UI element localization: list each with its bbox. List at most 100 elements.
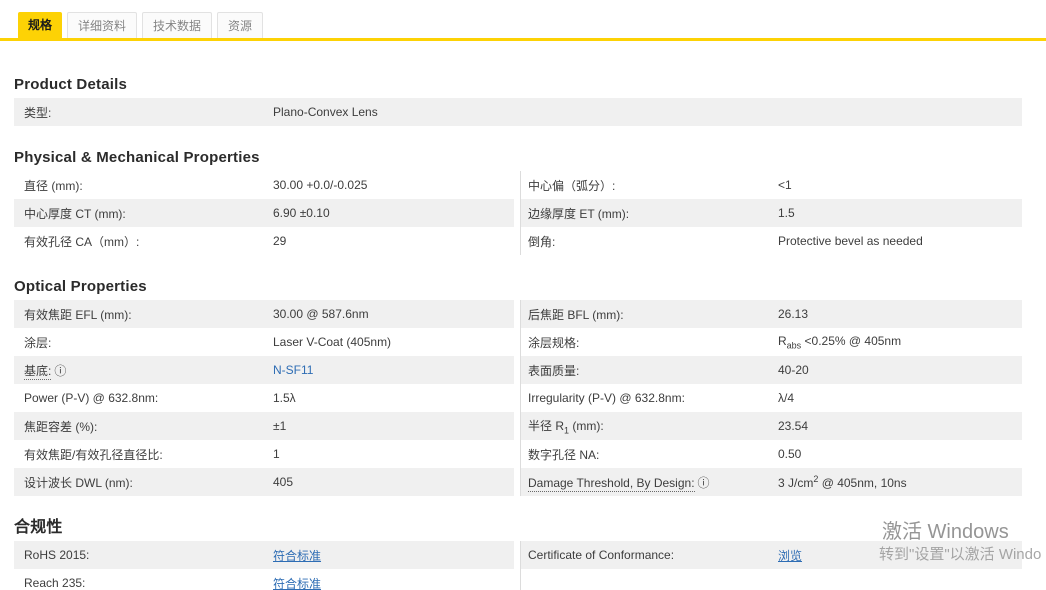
table-row: 倒角: Protective bevel as needed [521, 227, 1022, 255]
table-row: 中心厚度 CT (mm): 6.90 ±0.10 [14, 199, 514, 227]
spec-value: Protective bevel as needed [778, 234, 923, 248]
spec-label: 倒角: [528, 234, 556, 249]
spec-label: 焦距容差 (%): [24, 419, 98, 434]
spec-label: 涂层规格: [528, 335, 580, 350]
spec-label: Power (P-V) @ 632.8nm: [24, 391, 159, 405]
table-row: 后焦距 BFL (mm): 26.13 [521, 300, 1022, 328]
spec-label-radius: 半径 R1 (mm): [528, 418, 604, 436]
spec-value: 1 [273, 447, 280, 461]
spec-label: Irregularity (P-V) @ 632.8nm: [528, 391, 685, 405]
spec-value: 浏览 [778, 547, 1022, 564]
spec-value: 30.00 @ 587.6nm [273, 307, 369, 321]
coc-browse-link[interactable]: 浏览 [778, 549, 802, 563]
spec-value: Plano-Convex Lens [273, 105, 378, 119]
spec-value: N-SF11 [273, 363, 514, 377]
spec-value: 0.50 [778, 447, 802, 461]
compliance-left-column: RoHS 2015: 符合标准 Reach 235: 符合标准 [14, 541, 520, 590]
spec-label: Reach 235: [24, 576, 86, 590]
table-row: Damage Threshold, By Design: ⓘ 3 J/cm2 @ … [521, 468, 1022, 496]
table-row: 基底: ⓘ N-SF11 [14, 356, 514, 384]
spec-label: 有效焦距 EFL (mm): [24, 307, 132, 322]
info-icon[interactable]: ⓘ [698, 476, 710, 490]
spec-label: 后焦距 BFL (mm): [528, 307, 624, 322]
table-row: 半径 R1 (mm): 23.54 [521, 412, 1022, 440]
compliance-right-column: Certificate of Conformance: 浏览 [520, 541, 1022, 590]
table-row: 表面质量: 40-20 [521, 356, 1022, 384]
spec-label-substrate: 基底: ⓘ [24, 363, 67, 380]
spec-value: λ/4 [778, 391, 795, 405]
tab-resources[interactable]: 资源 [217, 12, 264, 38]
spec-value: ±1 [273, 419, 287, 433]
tab-bar: 规格 详细资料 技术数据 资源 [0, 0, 1046, 38]
spec-value: 6.90 ±0.10 [273, 206, 330, 220]
table-row: Reach 235: 符合标准 [14, 569, 514, 590]
spec-value: 30.00 +0.0/-0.025 [273, 178, 368, 192]
spec-label: 直径 (mm): [24, 178, 83, 193]
optical-right-column: 后焦距 BFL (mm): 26.13 涂层规格: Rabs <0.25% @ … [520, 300, 1022, 496]
table-row: Certificate of Conformance: 浏览 [521, 541, 1022, 569]
spec-label: 有效孔径 CA（mm）: [24, 234, 140, 249]
table-row: 涂层规格: Rabs <0.25% @ 405nm [521, 328, 1022, 356]
substrate-link[interactable]: N-SF11 [273, 363, 313, 377]
table-row: 中心偏（弧分）: <1 [521, 171, 1022, 199]
table-row: 类型: Plano-Convex Lens [14, 98, 1022, 126]
table-row: RoHS 2015: 符合标准 [14, 541, 514, 569]
reach-compliant-link[interactable]: 符合标准 [273, 577, 321, 590]
table-row: 设计波长 DWL (nm): 405 [14, 468, 514, 496]
spec-label: Certificate of Conformance: [528, 548, 675, 562]
tab-technical-data[interactable]: 技术数据 [142, 12, 213, 38]
section-heading-physical: Physical & Mechanical Properties [14, 149, 260, 166]
physical-table: 直径 (mm): 30.00 +0.0/-0.025 中心厚度 CT (mm):… [14, 171, 1022, 255]
info-icon[interactable]: ⓘ [54, 364, 66, 378]
spec-value: 23.54 [778, 419, 809, 433]
table-row: 直径 (mm): 30.00 +0.0/-0.025 [14, 171, 514, 199]
spec-label-damage-threshold: Damage Threshold, By Design: ⓘ [528, 475, 710, 492]
table-row: 数字孔径 NA: 0.50 [521, 440, 1022, 468]
compliance-table: RoHS 2015: 符合标准 Reach 235: 符合标准 Certific… [14, 541, 1022, 590]
spec-value: 29 [273, 234, 287, 248]
spec-value: 40-20 [778, 363, 809, 377]
spec-value-damage-threshold: 3 J/cm2 @ 405nm, 10ns [778, 474, 907, 490]
spec-value: 405 [273, 475, 294, 489]
spec-label: 类型: [24, 105, 52, 120]
product-spec-page: 规格 详细资料 技术数据 资源 Product Details 类型: Plan… [0, 0, 1046, 590]
spec-label: 设计波长 DWL (nm): [24, 475, 133, 490]
spec-label: 有效焦距/有效孔径直径比: [24, 447, 163, 462]
spec-value: Laser V-Coat (405nm) [273, 335, 392, 349]
spec-value: 符合标准 [273, 575, 514, 590]
table-row: 有效孔径 CA（mm）: 29 [14, 227, 514, 255]
spec-label: 边缘厚度 ET (mm): [528, 206, 630, 221]
table-row: 焦距容差 (%): ±1 [14, 412, 514, 440]
rohs-compliant-link[interactable]: 符合标准 [273, 549, 321, 563]
table-row: 涂层: Laser V-Coat (405nm) [14, 328, 514, 356]
spec-label: 中心偏（弧分）: [528, 178, 616, 193]
spec-label: 中心厚度 CT (mm): [24, 206, 126, 221]
spec-value: 符合标准 [273, 547, 514, 564]
section-heading-product-details: Product Details [14, 76, 128, 93]
section-heading-compliance: 合规性 [14, 519, 63, 536]
table-row [521, 569, 1022, 590]
product-details-table: 类型: Plano-Convex Lens [14, 98, 1022, 126]
spec-label: RoHS 2015: [24, 548, 90, 562]
spec-content: Product Details 类型: Plano-Convex Lens Ph… [0, 41, 1046, 590]
section-heading-optical: Optical Properties [14, 278, 147, 295]
spec-value: 26.13 [778, 307, 809, 321]
spec-value-coating: Rabs <0.25% @ 405nm [778, 333, 902, 351]
tab-details[interactable]: 详细资料 [67, 12, 138, 38]
optical-table: 有效焦距 EFL (mm): 30.00 @ 587.6nm 涂层: Laser… [14, 300, 1022, 496]
spec-value: 1.5 [778, 206, 795, 220]
optical-left-column: 有效焦距 EFL (mm): 30.00 @ 587.6nm 涂层: Laser… [14, 300, 520, 496]
physical-left-column: 直径 (mm): 30.00 +0.0/-0.025 中心厚度 CT (mm):… [14, 171, 520, 255]
physical-right-column: 中心偏（弧分）: <1 边缘厚度 ET (mm): 1.5 倒角: Protec… [520, 171, 1022, 255]
spec-label: 表面质量: [528, 363, 580, 378]
spec-value: <1 [778, 178, 792, 192]
tab-specifications[interactable]: 规格 [18, 12, 63, 38]
table-row: 边缘厚度 ET (mm): 1.5 [521, 199, 1022, 227]
table-row: Power (P-V) @ 632.8nm: 1.5λ [14, 384, 514, 412]
spec-label: 数字孔径 NA: [528, 447, 600, 462]
table-row: 有效焦距/有效孔径直径比: 1 [14, 440, 514, 468]
table-row: 有效焦距 EFL (mm): 30.00 @ 587.6nm [14, 300, 514, 328]
spec-value: 1.5λ [273, 391, 296, 405]
spec-label: 涂层: [24, 335, 52, 350]
table-row: Irregularity (P-V) @ 632.8nm: λ/4 [521, 384, 1022, 412]
